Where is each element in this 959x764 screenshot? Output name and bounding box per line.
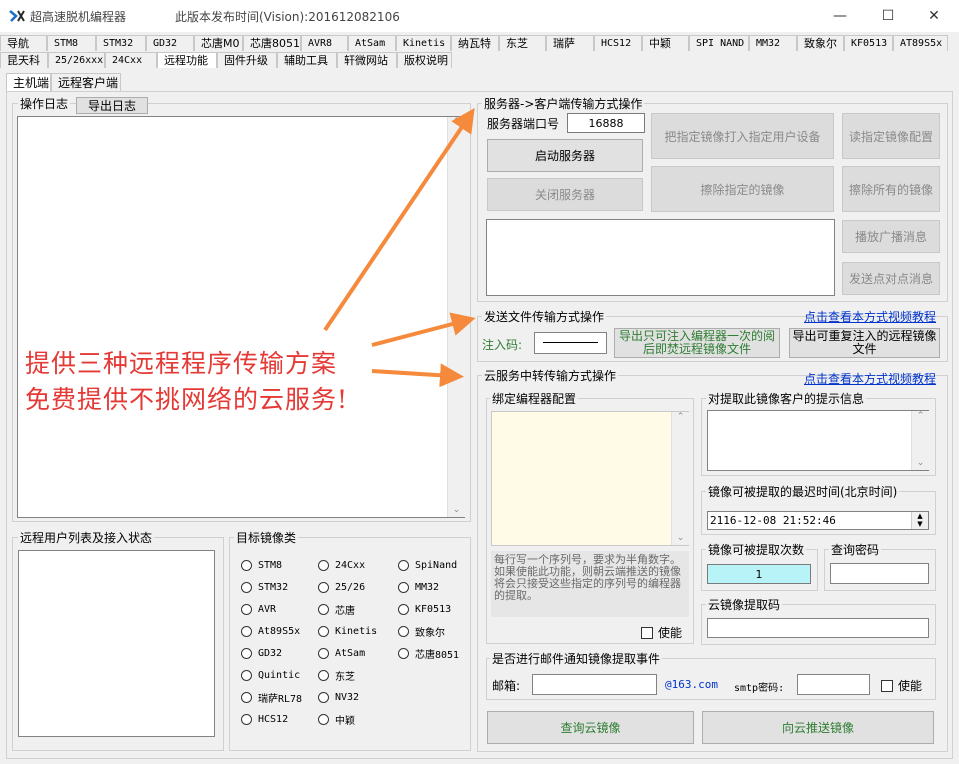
- arrow-to-server-icon: [323, 108, 475, 332]
- arrow-to-file-send-icon: [371, 312, 476, 347]
- annotation-line1: 提供三种远程程序传输方案: [25, 349, 338, 378]
- arrow-to-cloud-icon: [371, 363, 464, 388]
- annotation-line2: 免费提供不挑网络的云服务!: [25, 385, 349, 414]
